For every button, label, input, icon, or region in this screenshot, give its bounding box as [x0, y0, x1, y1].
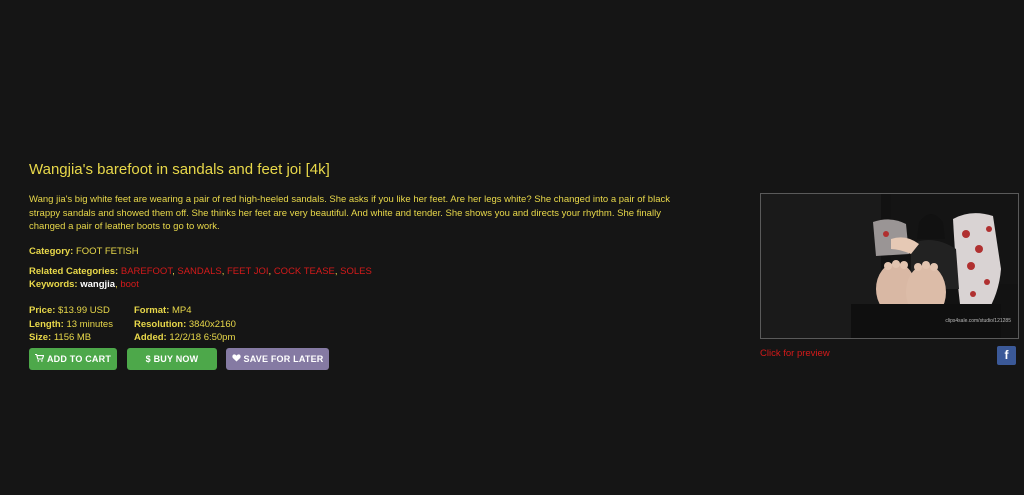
facebook-share-button[interactable]: f: [997, 346, 1016, 365]
add-to-cart-button[interactable]: ADD TO CART: [29, 348, 117, 370]
related-category-link[interactable]: SANDALS: [177, 266, 221, 277]
length-label: Length:: [29, 318, 64, 330]
price-value: $13.99 USD: [58, 305, 110, 316]
product-title: Wangjia's barefoot in sandals and feet j…: [29, 161, 330, 178]
added-value: 12/2/18 6:50pm: [169, 332, 236, 343]
cart-icon: [34, 348, 45, 370]
format-label: Format:: [134, 305, 170, 316]
related-category-link[interactable]: COCK TEASE: [274, 266, 335, 277]
keyword-link[interactable]: wangjia: [80, 279, 115, 290]
keywords-label: Keywords:: [29, 279, 78, 290]
price-label: Price:: [29, 305, 56, 316]
save-for-later-label: SAVE FOR LATER: [243, 354, 324, 364]
details-right-column: Format: MP4 Resolution: 3840x2160 Added:…: [134, 304, 236, 345]
related-category-link[interactable]: SOLES: [340, 266, 372, 277]
buy-now-button[interactable]: $ BUY NOW: [127, 348, 217, 370]
size-value: 1156 MB: [53, 332, 92, 343]
format-value: MP4: [172, 305, 192, 316]
add-to-cart-label: ADD TO CART: [46, 354, 112, 364]
category-row: Category: FOOT FETISH: [29, 245, 139, 258]
resolution-label: Resolution:: [134, 318, 187, 330]
preview-image: clips4sale.com/studio/121285: [761, 194, 1018, 338]
preview-thumbnail[interactable]: clips4sale.com/studio/121285: [760, 193, 1019, 339]
size-label: Size:: [29, 332, 52, 343]
keyword-link[interactable]: boot: [120, 279, 139, 290]
keywords-row: Keywords: wangjia, boot: [29, 278, 139, 291]
product-description: Wang jia's big white feet are wearing a …: [29, 194, 670, 232]
details-left-column: Price: $13.99 USD Length: 13 minutes Siz…: [29, 304, 113, 345]
heart-icon: [231, 348, 241, 370]
related-category-link[interactable]: BAREFOOT: [121, 266, 172, 277]
category-label: Category:: [29, 246, 74, 257]
save-for-later-button[interactable]: SAVE FOR LATER: [226, 348, 329, 370]
preview-watermark: clips4sale.com/studio/121285: [945, 318, 1011, 324]
related-category-link[interactable]: FEET JOI: [227, 266, 269, 277]
resolution-value: 3840x2160: [188, 318, 236, 330]
buy-now-label: $ BUY NOW: [145, 354, 199, 364]
length-value: 13 minutes: [66, 318, 113, 330]
category-value[interactable]: FOOT FETISH: [76, 246, 139, 257]
click-for-preview-link[interactable]: Click for preview: [760, 348, 830, 359]
related-categories-label: Related Categories:: [29, 266, 119, 277]
added-label: Added:: [134, 332, 167, 343]
facebook-icon: f: [1004, 348, 1009, 362]
related-categories-row: Related Categories: BAREFOOT, SANDALS, F…: [29, 265, 372, 278]
